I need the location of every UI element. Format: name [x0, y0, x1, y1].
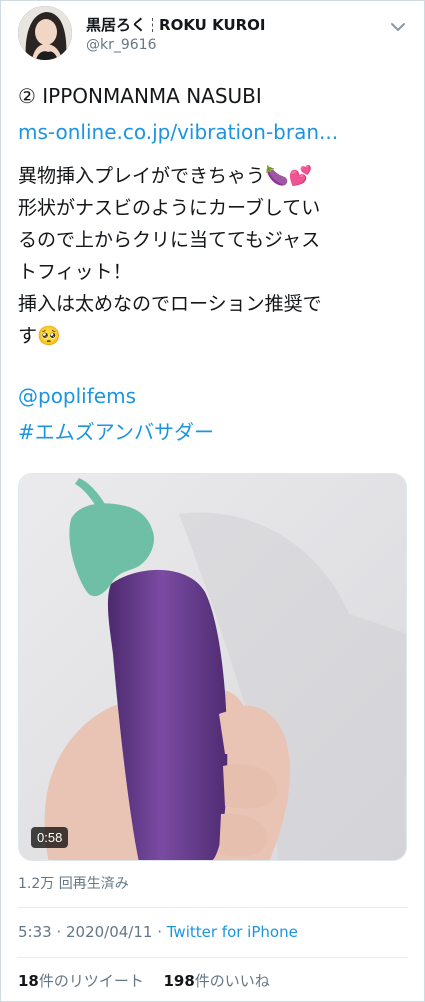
likes-stat[interactable]: 198件のいいね: [163, 972, 269, 990]
tweet-line: るので上からクリに当ててもジャス: [18, 229, 321, 251]
tweet-line: トフィット！: [18, 261, 132, 283]
tweet-title: ② IPPONMANMA NASUBI: [18, 84, 262, 108]
tweet-text: 異物挿入プレイができちゃう🍆💕 形状がナスビのようにカーブしてい るので上からク…: [18, 160, 408, 352]
retweets-count: 18: [18, 972, 39, 990]
likes-label: 件のいいね: [194, 972, 270, 990]
video-duration: 0:58: [31, 827, 69, 848]
retweets-stat[interactable]: 18件のリツイート: [18, 972, 144, 990]
video-thumbnail: [19, 474, 406, 860]
video-player[interactable]: 0:58: [18, 473, 407, 861]
chevron-down-icon[interactable]: [388, 20, 408, 34]
display-name[interactable]: 黒居ろく ROKU KUROI: [86, 14, 266, 35]
retweets-label: 件のリツイート: [38, 972, 144, 990]
tweet-line: 形状がナスビのようにカーブしてい: [18, 197, 321, 219]
tweet-meta: 5:33 · 2020/04/11 · Twitter for iPhone: [18, 923, 298, 941]
tweet-source[interactable]: Twitter for iPhone: [167, 923, 298, 941]
view-count: 1.2万 回再生済み: [18, 876, 129, 892]
tweet-line: 異物挿入プレイができちゃう🍆💕: [18, 165, 313, 187]
name-separator: [152, 17, 154, 32]
tweet-stats: 18件のリツイート 198件のいいね: [18, 970, 270, 991]
divider: [18, 957, 408, 958]
tweet-timestamp[interactable]: 5:33 · 2020/04/11 ·: [18, 923, 167, 941]
likes-count: 198: [163, 972, 195, 990]
tweet-link[interactable]: ms-online.co.jp/vibration-bran...: [18, 118, 408, 146]
display-name-en: ROKU KUROI: [159, 15, 266, 34]
divider: [18, 907, 408, 908]
avatar-image: [18, 6, 72, 60]
display-name-jp: 黒居ろく: [86, 16, 147, 34]
mention-link[interactable]: @poplifems: [18, 382, 408, 410]
tweet-header: 黒居ろく ROKU KUROI @kr_9616: [18, 6, 408, 62]
hashtag-link[interactable]: #エムズアンバサダー: [18, 418, 408, 446]
avatar[interactable]: [18, 6, 72, 60]
tweet-line: 挿入は太めなのでローション推奨で: [18, 293, 322, 315]
tweet-line: す🥺: [18, 325, 61, 347]
user-handle[interactable]: @kr_9616: [86, 37, 157, 53]
